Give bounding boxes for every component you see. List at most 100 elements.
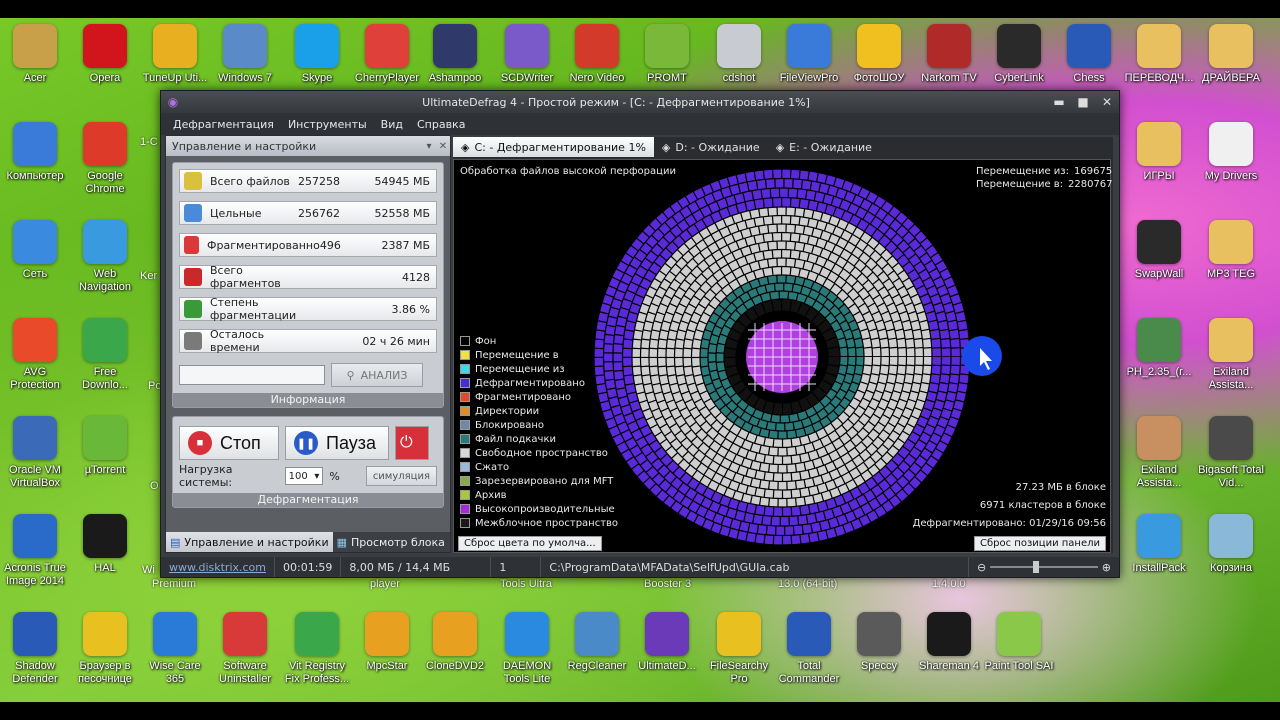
desktop-icon[interactable]: Acer: [0, 24, 70, 85]
desktop-icon[interactable]: Exiland Assista...: [1124, 416, 1194, 490]
desktop-icon[interactable]: Software Uninstaller: [210, 612, 280, 686]
desktop-icon[interactable]: cdshot: [704, 24, 774, 85]
desktop-icon[interactable]: Shareman 4: [914, 612, 984, 673]
desktop-icon[interactable]: Windows 7: [210, 24, 280, 85]
desktop-icon[interactable]: PROMT: [632, 24, 702, 85]
desktop-icon[interactable]: Exiland Assista...: [1196, 318, 1266, 392]
title-bar[interactable]: ◉ UltimateDefrag 4 - Простой режим - [C:…: [161, 91, 1119, 113]
reset-color-button[interactable]: Сброс цвета по умолча...: [458, 536, 602, 551]
desktop-icon[interactable]: ФотоШОУ: [844, 24, 914, 85]
legend-item[interactable]: Зарезервировано для MFT: [460, 474, 618, 488]
desktop-icon[interactable]: FileViewPro: [774, 24, 844, 85]
legend-item[interactable]: Дефрагментировано: [460, 376, 618, 390]
legend-item[interactable]: Фрагментировано: [460, 390, 618, 404]
load-select[interactable]: 100 ▾: [284, 467, 324, 485]
pin-icon[interactable]: ✕: [436, 141, 450, 152]
desktop-icon[interactable]: Компьютер: [0, 122, 70, 183]
legend-item[interactable]: Свободное пространство: [460, 446, 618, 460]
desktop-icon[interactable]: SwapWall: [1124, 220, 1194, 281]
pause-button[interactable]: ❚❚ Пауза: [285, 426, 389, 460]
desktop-icon[interactable]: FileSearchy Pro: [704, 612, 774, 686]
legend-item[interactable]: Перемещение из: [460, 362, 618, 376]
desktop-icon[interactable]: DAEMON Tools Lite: [492, 612, 562, 686]
desktop-icon[interactable]: Браузер в песочнице: [70, 612, 140, 686]
desktop-icon[interactable]: PH_2.35_(r...: [1124, 318, 1194, 379]
legend-item[interactable]: Фон: [460, 334, 618, 348]
maximize-icon[interactable]: ■: [1071, 95, 1095, 109]
desktop-icon[interactable]: UltimateD...: [632, 612, 702, 673]
desktop-icon[interactable]: Skype: [282, 24, 352, 85]
menu-view[interactable]: Вид: [381, 118, 403, 131]
analyze-button[interactable]: ⚲ АНАЛИЗ: [331, 363, 423, 387]
analyze-input[interactable]: [179, 365, 325, 385]
website-link[interactable]: www.disktrix.com: [161, 557, 276, 577]
desktop-icon[interactable]: Сеть: [0, 220, 70, 281]
zoom-in-icon[interactable]: ⊕: [1102, 561, 1111, 574]
desktop-icon-label: Windows 7: [218, 72, 272, 84]
desktop-icon[interactable]: µTorrent: [70, 416, 140, 477]
legend-item[interactable]: Перемещение в: [460, 348, 618, 362]
desktop-icon[interactable]: Acronis True Image 2014: [0, 514, 70, 588]
desktop-icon[interactable]: Shadow Defender: [0, 612, 70, 686]
zoom-out-icon[interactable]: ⊖: [977, 561, 986, 574]
menu-help[interactable]: Справка: [417, 118, 465, 131]
reset-position-button[interactable]: Сброс позиции панели: [974, 536, 1106, 551]
desktop-icon-label: Ashampoo: [428, 72, 482, 84]
legend-item[interactable]: Межблочное пространство: [460, 516, 618, 530]
legend-item[interactable]: Высокопроизводительные: [460, 502, 618, 516]
menu-defrag[interactable]: Дефрагментация: [173, 118, 274, 131]
legend-item[interactable]: Сжато: [460, 460, 618, 474]
desktop-icon[interactable]: Total Commander: [774, 612, 844, 686]
desktop-icon-label: Shadow Defender: [12, 660, 58, 685]
tab-control-settings[interactable]: ▤ Управление и настройки: [166, 532, 333, 552]
desktop-icon[interactable]: SCDWriter: [492, 24, 562, 85]
desktop-icon[interactable]: CherryPlayer: [352, 24, 422, 85]
desktop-icon[interactable]: Opera: [70, 24, 140, 85]
close-icon[interactable]: ✕: [1095, 95, 1119, 109]
stop-button[interactable]: ■ Стоп: [179, 426, 279, 460]
desktop-icon[interactable]: Vit Registry Fix Profess...: [282, 612, 352, 686]
desktop-icon[interactable]: ПЕРЕВОДЧ...: [1124, 24, 1194, 85]
tab-block-view[interactable]: ▦ Просмотр блока: [333, 532, 449, 552]
disk-map[interactable]: Обработка файлов высокой перфорации Пере…: [453, 159, 1113, 553]
legend-item[interactable]: Архив: [460, 488, 618, 502]
zoom-slider[interactable]: ⊖ ⊕: [969, 557, 1119, 577]
desktop-icon[interactable]: My Drivers: [1196, 122, 1266, 183]
desktop-icon[interactable]: MpcStar: [352, 612, 422, 673]
tab-drive-c[interactable]: ◈ C: - Дефрагментирование 1%: [453, 137, 654, 157]
desktop-icon[interactable]: Google Chrome: [70, 122, 140, 196]
desktop-icon[interactable]: Ashampoo: [420, 24, 490, 85]
menu-tools[interactable]: Инструменты: [288, 118, 367, 131]
desktop-icon[interactable]: Paint Tool SAI: [984, 612, 1054, 673]
legend-item[interactable]: Блокировано: [460, 418, 618, 432]
desktop-icon[interactable]: Narkom TV: [914, 24, 984, 85]
desktop-icon[interactable]: CloneDVD2: [420, 612, 490, 673]
legend-item[interactable]: Файл подкачки: [460, 432, 618, 446]
zoom-thumb[interactable]: [1033, 561, 1040, 573]
desktop-icon[interactable]: Free Downlo...: [70, 318, 140, 392]
power-button[interactable]: ⏻: [395, 426, 429, 460]
desktop-icon[interactable]: InstallPack: [1124, 514, 1194, 575]
desktop-icon[interactable]: Speccy: [844, 612, 914, 673]
desktop-icon[interactable]: AVG Protection: [0, 318, 70, 392]
minimize-icon[interactable]: ▬: [1047, 95, 1071, 109]
desktop-icon[interactable]: Корзина: [1196, 514, 1266, 575]
desktop-icon[interactable]: MP3 TEG: [1196, 220, 1266, 281]
desktop-icon[interactable]: Bigasoft Total Vid...: [1196, 416, 1266, 490]
desktop-icon[interactable]: ДРАЙВЕРА: [1196, 24, 1266, 85]
desktop-icon[interactable]: CyberLink: [984, 24, 1054, 85]
desktop-icon[interactable]: Web Navigation: [70, 220, 140, 294]
legend-item[interactable]: Директории: [460, 404, 618, 418]
desktop-icon[interactable]: Chess: [1054, 24, 1124, 85]
desktop-icon[interactable]: Oracle VM VirtualBox: [0, 416, 70, 490]
desktop-icon[interactable]: Wise Care 365: [140, 612, 210, 686]
simulation-button[interactable]: симуляция: [365, 466, 437, 486]
desktop-icon[interactable]: RegCleaner: [562, 612, 632, 673]
dropdown-icon[interactable]: ▾: [422, 141, 436, 152]
tab-drive-d[interactable]: ◈ D: - Ожидание: [654, 137, 768, 157]
desktop-icon[interactable]: HAL: [70, 514, 140, 575]
desktop-icon[interactable]: ИГРЫ: [1124, 122, 1194, 183]
desktop-icon[interactable]: TuneUp Uti...: [140, 24, 210, 85]
tab-drive-e[interactable]: ◈ E: - Ожидание: [768, 137, 880, 157]
desktop-icon[interactable]: Nero Video: [562, 24, 632, 85]
